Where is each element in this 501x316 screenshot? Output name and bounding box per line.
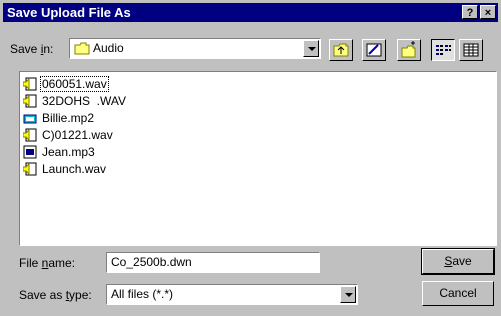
list-view-icon — [436, 45, 451, 55]
save-dialog: Save Upload File As ? × Save in: Audio 0… — [0, 0, 501, 316]
dialog-title: Save Upload File As — [7, 5, 131, 20]
up-one-level-button[interactable] — [329, 39, 353, 61]
list-item[interactable]: 060051.wav — [23, 76, 109, 92]
audio-mp2-icon — [23, 114, 37, 124]
audio-wav-icon — [23, 128, 37, 142]
details-view-button[interactable] — [459, 39, 483, 61]
save-as-type-label: Save as type: — [19, 288, 92, 302]
close-button[interactable]: × — [480, 5, 496, 19]
list-item[interactable]: Billie.mp2 — [23, 110, 94, 126]
title-bar: Save Upload File As ? × — [3, 3, 498, 22]
help-button[interactable]: ? — [462, 5, 478, 19]
cancel-button[interactable]: Cancel — [422, 281, 494, 306]
desktop-icon — [366, 43, 382, 57]
save-in-dropdown-arrow[interactable] — [303, 40, 319, 57]
folder-icon — [74, 42, 90, 55]
file-name-input[interactable] — [107, 253, 319, 271]
file-name-field[interactable] — [106, 252, 320, 273]
audio-wav-icon — [23, 77, 37, 91]
list-item[interactable]: Jean.mp3 — [23, 144, 95, 160]
up-folder-icon — [333, 43, 349, 57]
list-item[interactable]: Launch.wav — [23, 161, 106, 177]
new-folder-button[interactable] — [397, 39, 421, 61]
details-view-icon — [463, 43, 479, 57]
file-name-label: File name: — [19, 256, 76, 270]
audio-wav-icon — [23, 162, 37, 176]
file-list[interactable]: 060051.wav 32DOHS .WAV Billie.mp2 C)0122… — [19, 71, 497, 246]
save-button[interactable]: Save — [421, 248, 495, 275]
save-in-value: Audio — [93, 41, 124, 55]
save-as-type-dropdown-arrow[interactable] — [340, 286, 356, 303]
list-item[interactable]: 32DOHS .WAV — [23, 93, 126, 109]
save-in-label: Save in: — [10, 42, 54, 56]
new-folder-icon — [401, 41, 416, 58]
desktop-button[interactable] — [362, 39, 386, 61]
list-item[interactable]: C)01221.wav — [23, 127, 113, 143]
audio-wav-icon — [23, 94, 37, 108]
list-view-button[interactable] — [431, 39, 455, 61]
audio-mp3-icon — [23, 145, 37, 159]
save-as-type-value: All files (*.*) — [111, 287, 174, 301]
save-as-type-combo[interactable]: All files (*.*) — [106, 284, 358, 305]
save-in-combo[interactable]: Audio — [69, 38, 321, 59]
